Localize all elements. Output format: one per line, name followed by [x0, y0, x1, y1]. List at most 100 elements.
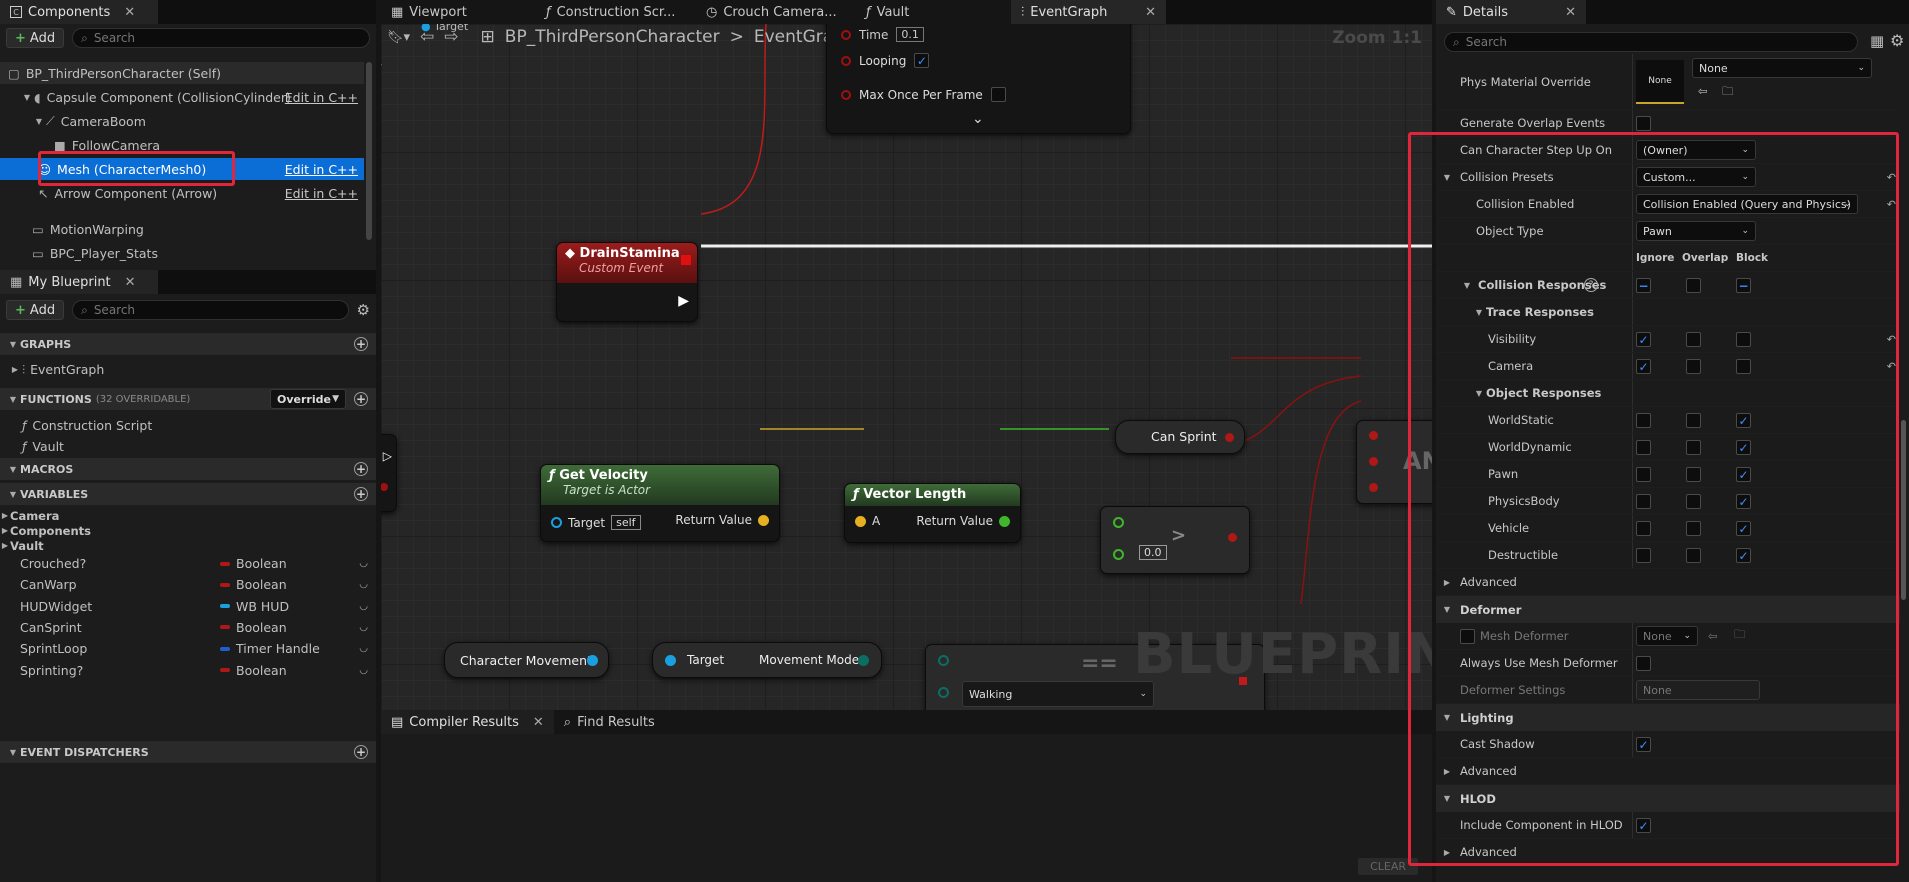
close-icon[interactable]: ✕ — [124, 5, 135, 20]
variable-item[interactable]: Sprinting? Boolean ◡ — [0, 660, 376, 681]
pin-icon[interactable] — [587, 655, 598, 666]
add-graph-button[interactable]: + — [354, 337, 368, 351]
pin-icon[interactable] — [1113, 549, 1124, 560]
pin-icon[interactable] — [855, 515, 866, 527]
variable-item[interactable]: Crouched? Boolean ◡ — [0, 553, 376, 574]
add-dispatcher-button[interactable]: + — [354, 745, 368, 759]
event-graph-canvas[interactable]: 🔖︎▾ ⇦ ⇨ ⊞ BP_ThirdPersonCharacter > Even… — [381, 24, 1432, 710]
variable-category[interactable]: ▶ Components — [0, 523, 376, 538]
can-sprint-node[interactable]: Can Sprint — [1115, 420, 1245, 454]
timer-node[interactable]: Time 0.1 Looping ✓ Max Once Per Frame ⌄ — [826, 24, 1131, 134]
eye-closed-icon[interactable]: ◡ — [359, 579, 368, 590]
override-dropdown[interactable]: Override ▼ — [270, 389, 346, 409]
add-variable-button[interactable]: + — [354, 487, 368, 501]
eye-closed-icon[interactable]: ◡ — [359, 601, 368, 612]
tab-construction-script[interactable]: ƒ Construction Scr... — [536, 0, 696, 24]
add-macro-button[interactable]: + — [354, 462, 368, 476]
close-icon[interactable]: ✕ — [533, 715, 544, 730]
pin-icon[interactable] — [1228, 533, 1237, 542]
bookmark-icon[interactable]: 🔖︎▾ — [387, 30, 410, 45]
edit-in-cpp-link[interactable]: Edit in C++ — [285, 90, 358, 105]
pin-icon[interactable] — [938, 687, 949, 698]
tab-components[interactable]: C Components ✕ — [0, 0, 158, 24]
drain-stamina-node[interactable]: ◆ DrainStamina Custom Event ▶ — [556, 242, 698, 322]
close-icon[interactable]: ✕ — [125, 275, 136, 290]
breadcrumb-root[interactable]: BP_ThirdPersonCharacter — [505, 27, 720, 47]
eye-closed-icon[interactable]: ◡ — [359, 643, 368, 654]
variable-category[interactable]: ▶ Camera — [0, 508, 376, 523]
partial-node-left[interactable]: ▷ — [381, 434, 397, 512]
close-icon[interactable]: ✕ — [1565, 5, 1576, 20]
pin-icon[interactable] — [1369, 431, 1378, 440]
components-scrollbar[interactable] — [366, 62, 372, 240]
pin-icon[interactable] — [1113, 517, 1124, 528]
looping-checkbox[interactable]: ✓ — [914, 53, 930, 68]
variable-type[interactable]: Boolean — [236, 663, 287, 678]
generate-overlap-checkbox[interactable] — [1636, 116, 1651, 131]
tab-vault[interactable]: ƒ Vault — [856, 0, 1011, 24]
tab-eventgraph[interactable]: ⫶ EventGraph ✕ — [1011, 0, 1166, 24]
variable-item[interactable]: SprintLoop Timer Handle ◡ — [0, 638, 376, 659]
details-search[interactable]: ⌕ — [1444, 32, 1858, 52]
macros-section[interactable]: ▼ MACROS + — [0, 458, 376, 480]
component-item[interactable]: ▼ ⟋ CameraBoom — [0, 110, 364, 132]
component-item[interactable]: ▼ ◖ Capsule Component (CollisionCylinder) E… — [0, 86, 364, 108]
variable-item[interactable]: CanWarp Boolean ◡ — [0, 574, 376, 595]
character-movement-node[interactable]: Character Movement — [444, 642, 609, 678]
folder-icon[interactable]: 🗀︎ — [1722, 84, 1734, 103]
eye-closed-icon[interactable]: ◡ — [359, 622, 368, 633]
component-item[interactable]: ▭ MotionWarping — [0, 218, 364, 240]
variable-type[interactable]: Boolean — [236, 556, 287, 571]
pin-icon[interactable] — [938, 655, 949, 666]
variable-item[interactable]: HUDWidget WB HUD ◡ — [0, 596, 376, 617]
component-item[interactable]: ▭ BPC_Player_Stats — [0, 242, 364, 264]
variable-type[interactable]: Timer Handle — [236, 641, 320, 656]
compare-value[interactable]: 0.0 — [1139, 545, 1167, 560]
pin-icon[interactable] — [858, 655, 869, 666]
my-blueprint-search[interactable]: ⌕ — [72, 300, 349, 320]
walking-dropdown[interactable]: Walking ⌄ — [962, 681, 1154, 707]
components-search[interactable]: ⌕ — [72, 28, 370, 48]
tab-find-results[interactable]: ⌕ Find Results — [553, 710, 665, 734]
vector-length-node[interactable]: ƒ Vector Length A Return Value — [844, 483, 1021, 543]
pin-icon[interactable] — [999, 515, 1010, 527]
variable-type[interactable]: Boolean — [236, 620, 287, 635]
pin-icon[interactable] — [551, 517, 562, 528]
edit-in-cpp-link[interactable]: Edit in C++ — [285, 162, 358, 177]
details-search-input[interactable] — [1465, 35, 1849, 49]
phys-material-thumbnail[interactable]: None — [1636, 60, 1684, 104]
edit-in-cpp-link[interactable]: Edit in C++ — [285, 186, 358, 201]
component-item[interactable]: ▢ BP_ThirdPersonCharacter (Self) — [0, 62, 364, 84]
tab-my-blueprint[interactable]: ▦ My Blueprint ✕ — [0, 270, 158, 294]
settings-gear-icon[interactable]: ⚙ — [1890, 31, 1904, 50]
exec-pin-icon[interactable]: ▶ — [678, 293, 689, 309]
pin-icon[interactable] — [1369, 483, 1378, 492]
variable-type[interactable]: Boolean — [236, 577, 287, 592]
add-member-button[interactable]: + Add — [6, 300, 65, 320]
table-view-icon[interactable]: ▦ — [1870, 32, 1884, 50]
function-item-construction-script[interactable]: ƒ Construction Script — [0, 415, 376, 436]
graph-item-eventgraph[interactable]: ▶ ⫶ EventGraph — [0, 359, 376, 380]
tab-viewport[interactable]: ▦ Viewport — [381, 0, 536, 24]
self-value[interactable]: self — [611, 515, 641, 530]
my-blueprint-search-input[interactable] — [93, 303, 340, 317]
max-once-checkbox[interactable] — [990, 87, 1006, 102]
tab-crouch-camera[interactable]: ◷ Crouch Camera... — [696, 0, 856, 24]
variable-type[interactable]: WB HUD — [236, 599, 289, 614]
collapse-icon[interactable]: ▼ — [20, 93, 34, 102]
movement-mode-node[interactable]: Target Movement Mode — [652, 642, 882, 678]
functions-section[interactable]: ▼ FUNCTIONS (32 OVERRIDABLE) Override ▼ + — [0, 388, 376, 410]
event-dispatchers-section[interactable]: ▼ EVENT DISPATCHERS + — [0, 741, 376, 763]
eye-closed-icon[interactable]: ◡ — [359, 558, 368, 569]
variable-category[interactable]: ▶ Vault — [0, 538, 376, 553]
phys-material-dropdown[interactable]: None ⌄ — [1692, 58, 1872, 78]
components-search-input[interactable] — [93, 31, 361, 45]
settings-gear-icon[interactable]: ⚙ — [357, 301, 370, 319]
collapse-icon[interactable]: ▼ — [32, 117, 46, 126]
greater-than-node[interactable]: 0.0 > — [1100, 506, 1250, 574]
time-value[interactable]: 0.1 — [896, 27, 924, 42]
tab-details[interactable]: ✎ Details ✕ — [1436, 0, 1586, 24]
add-function-button[interactable]: + — [354, 392, 368, 406]
variables-section[interactable]: ▼ VARIABLES + — [0, 483, 376, 505]
graphs-section[interactable]: ▼ GRAPHS + — [0, 333, 376, 355]
